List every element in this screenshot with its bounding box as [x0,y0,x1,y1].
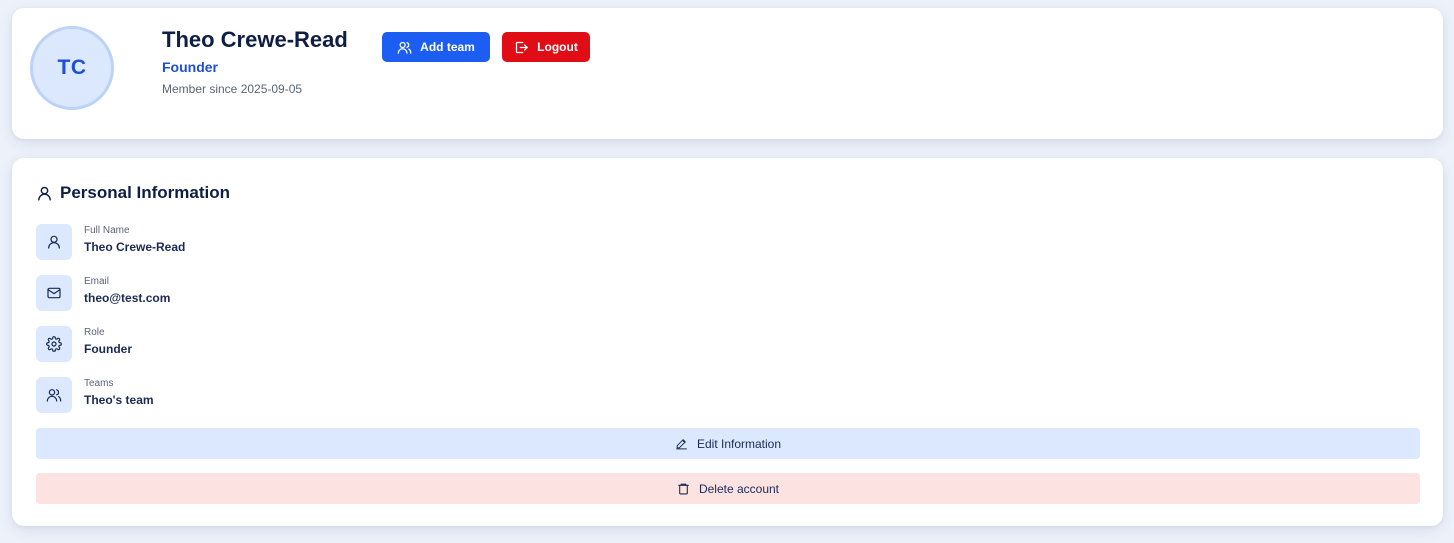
field-icon-box [36,377,72,413]
pencil-icon [676,439,687,450]
profile-card: TC Theo Crewe-Read Founder Member since … [12,8,1443,139]
mail-icon [47,287,61,299]
field-value: Theo's team [84,393,154,407]
section-title: Personal Information [36,183,230,203]
edit-information-label: Edit Information [696,436,782,451]
field-value: theo@test.com [84,291,171,305]
field-icon-box [36,275,72,311]
field-value: Theo Crewe-Read [84,240,186,254]
logout-label: Logout [537,40,578,54]
logout-icon [516,41,528,53]
avatar: TC [30,26,114,110]
section-title-text: Personal Information [60,183,231,202]
add-team-label: Add team [420,40,475,54]
user-icon [38,186,51,201]
member-since: Member since 2025-09-05 [162,82,303,96]
field-icon-box [36,326,72,362]
profile-name: Theo Crewe-Read [162,27,348,52]
field-label: Full Name [84,225,130,236]
users-icon [397,41,412,54]
user-icon [48,235,60,249]
field-label: Teams [84,378,114,389]
trash-icon [678,483,689,495]
profile-role: Founder [162,59,218,75]
field-icon-box [36,224,72,260]
logout-button[interactable]: Logout [502,32,590,62]
gear-icon [46,336,62,352]
personal-info-card: Personal Information Full Name Theo Crew… [12,158,1443,526]
edit-information-button[interactable]: Edit Information [36,428,1420,459]
field-label: Role [84,327,105,338]
add-team-button[interactable]: Add team [382,32,490,62]
users-icon [46,389,62,402]
delete-account-button[interactable]: Delete account [36,473,1420,504]
delete-account-label: Delete account [698,481,780,496]
field-value: Founder [84,342,132,356]
field-label: Email [84,276,110,287]
